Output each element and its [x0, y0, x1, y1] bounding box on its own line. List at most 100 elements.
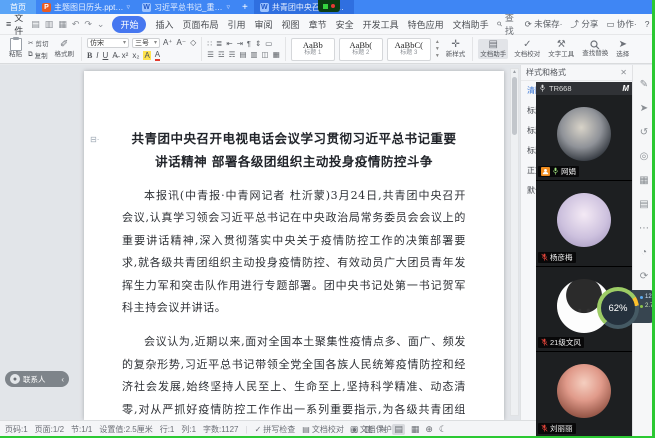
undo-icon[interactable]: ↶: [72, 19, 80, 30]
numbered-list-icon[interactable]: ≣: [216, 39, 222, 48]
ink-view-icon[interactable]: ✎: [379, 424, 387, 435]
select-tool-icon[interactable]: ➤: [640, 103, 648, 114]
paragraph-mark-icon[interactable]: ¶: [247, 39, 251, 48]
shading-icon[interactable]: ◫: [262, 50, 269, 59]
participant-tile[interactable]: 网娟: [536, 95, 632, 181]
select-button[interactable]: ➤ 选择: [614, 39, 631, 60]
scroll-up-icon[interactable]: ▲: [511, 69, 518, 75]
export-icon[interactable]: ▥: [45, 19, 54, 30]
italic-icon[interactable]: I: [96, 51, 98, 60]
find-command[interactable]: 查找: [497, 11, 517, 37]
menu-tab-featured-apps[interactable]: 特色应用: [408, 18, 444, 31]
subscript-icon[interactable]: x₂: [132, 51, 139, 60]
cut-button[interactable]: ✂剪切: [28, 38, 48, 48]
highlight-color-icon[interactable]: A: [143, 51, 150, 60]
bullet-list-icon[interactable]: ∷: [207, 39, 212, 48]
clock-tool-icon[interactable]: ◔: [641, 247, 647, 258]
menu-tab-review[interactable]: 审阅: [255, 18, 273, 31]
help-icon[interactable]: ?: [645, 19, 650, 29]
eye-protect-icon[interactable]: ☾: [439, 424, 447, 435]
screen-share-indicator[interactable]: [318, 0, 340, 12]
save-icon[interactable]: ▤: [31, 19, 40, 30]
sort-icon[interactable]: ▦: [273, 50, 280, 59]
chevron-left-icon[interactable]: ‹: [61, 375, 64, 384]
borders-icon[interactable]: ▭: [265, 39, 272, 48]
collab-button[interactable]: ▭ 协作·: [606, 18, 636, 30]
menu-tab-view[interactable]: 视图: [282, 18, 300, 31]
menu-tab-insert[interactable]: 插入: [155, 18, 173, 31]
tab-ppt-file[interactable]: P 主题图日历头.ppt .pptx ▿: [36, 0, 136, 14]
tab-home[interactable]: 首页: [0, 0, 36, 14]
shrink-font-icon[interactable]: A⁻: [177, 38, 187, 47]
clear-format-icon[interactable]: ◇: [190, 38, 196, 47]
paste-button[interactable]: 粘贴: [7, 38, 24, 59]
menu-tab-doc-assistant[interactable]: 文档助手: [453, 18, 489, 31]
read-view-icon[interactable]: ▥: [364, 424, 373, 435]
copy-button[interactable]: ⧉复制: [28, 50, 48, 60]
align-right-icon[interactable]: ☴: [229, 50, 236, 59]
menu-tab-security[interactable]: 安全: [336, 18, 354, 31]
layout-tool-icon[interactable]: ▤: [639, 199, 648, 210]
page-view-icon[interactable]: ▤: [392, 424, 405, 435]
align-left-icon[interactable]: ☰: [207, 50, 214, 59]
floating-dock[interactable]: ● 联系人 ‹: [5, 371, 69, 387]
distribute-icon[interactable]: ▥: [251, 50, 258, 59]
format-painter-button[interactable]: ✐ 格式刷: [52, 39, 76, 60]
spellcheck-toggle[interactable]: ✓拼写检查: [255, 424, 296, 435]
justify-icon[interactable]: ▤: [239, 50, 246, 59]
superscript-icon[interactable]: x²: [122, 51, 129, 60]
history-tool-icon[interactable]: ↺: [640, 127, 648, 138]
pen-tool-icon[interactable]: ✎: [640, 79, 648, 90]
web-view-icon[interactable]: ⊕: [425, 424, 433, 435]
share-button[interactable]: ⤴ 分享: [571, 18, 599, 30]
more-tools-icon[interactable]: ⋯: [639, 223, 649, 234]
align-center-icon[interactable]: ☲: [218, 50, 225, 59]
doc-assistant-button[interactable]: ▤ 文档助手: [478, 39, 508, 60]
find-replace-button[interactable]: 查找替换: [580, 40, 610, 58]
refresh-tool-icon[interactable]: ⟳: [640, 271, 648, 282]
net-speed-widget[interactable]: 62% 125.4K 2.74K: [597, 287, 655, 331]
style-heading1[interactable]: AaBb 标题 1: [291, 38, 335, 61]
menu-tab-references[interactable]: 引用: [228, 18, 246, 31]
menu-tab-section[interactable]: 章节: [309, 18, 327, 31]
more-icon[interactable]: ⌄: [97, 19, 105, 30]
redo-icon[interactable]: ↷: [84, 19, 92, 30]
new-style-button[interactable]: ✛ 新样式: [444, 39, 468, 60]
font-name-select[interactable]: 仿宋▾: [87, 38, 129, 48]
print-icon[interactable]: ▦: [58, 19, 67, 30]
style-heading2[interactable]: AaBb( 标题 2: [339, 38, 383, 61]
proofread-button[interactable]: ✓ 文档校对: [512, 39, 542, 60]
proofread-toggle[interactable]: ▤文档校对: [302, 424, 344, 435]
decrease-indent-icon[interactable]: ⇤: [226, 39, 232, 48]
increase-indent-icon[interactable]: ⇥: [237, 39, 243, 48]
pin-icon[interactable]: ▿: [226, 3, 230, 11]
menu-tab-developer[interactable]: 开发工具: [363, 18, 399, 31]
styles-scroll[interactable]: ▲▼▼: [435, 39, 440, 59]
document-page[interactable]: ⊟· 共青团中央召开电视电话会议学习贯彻习近平总书记重要 讲话精神 部署各级团组…: [84, 71, 504, 420]
style-heading3[interactable]: AaBbC( 标题 3: [387, 38, 431, 61]
font-size-select[interactable]: 三号▾: [132, 38, 160, 48]
meeting-header[interactable]: TR668 M: [536, 82, 632, 95]
vertical-scrollbar[interactable]: ▲: [510, 68, 519, 416]
sync-status[interactable]: ⟳ 未保存·: [525, 18, 563, 30]
word-count[interactable]: 字数:1127: [203, 424, 238, 435]
table-tool-icon[interactable]: ▦: [639, 175, 648, 186]
text-tools-button[interactable]: ⚒ 文字工具: [546, 39, 576, 60]
strikethrough-icon[interactable]: A̶: [112, 51, 117, 60]
font-color-icon[interactable]: A: [155, 50, 160, 61]
underline-icon[interactable]: U: [103, 51, 109, 60]
bold-icon[interactable]: B: [87, 51, 92, 60]
outline-collapse-icon[interactable]: ⊟·: [90, 135, 99, 144]
outline-view-icon[interactable]: ▦: [411, 424, 420, 435]
pin-icon[interactable]: ▿: [126, 3, 130, 11]
menu-tab-home[interactable]: 开始: [112, 16, 146, 33]
line-spacing-icon[interactable]: ⇕: [255, 39, 261, 48]
ink-tool-icon[interactable]: ◎: [640, 151, 649, 162]
usage-ring[interactable]: 62%: [597, 287, 639, 329]
grow-font-icon[interactable]: A⁺: [163, 38, 173, 47]
close-icon[interactable]: ✕: [620, 68, 627, 77]
fullscreen-view-icon[interactable]: ▢: [350, 424, 359, 435]
new-tab-button[interactable]: +: [236, 0, 254, 14]
participant-tile[interactable]: 杨彦梅: [536, 181, 632, 267]
file-menu[interactable]: ≡ 文件: [6, 11, 23, 37]
